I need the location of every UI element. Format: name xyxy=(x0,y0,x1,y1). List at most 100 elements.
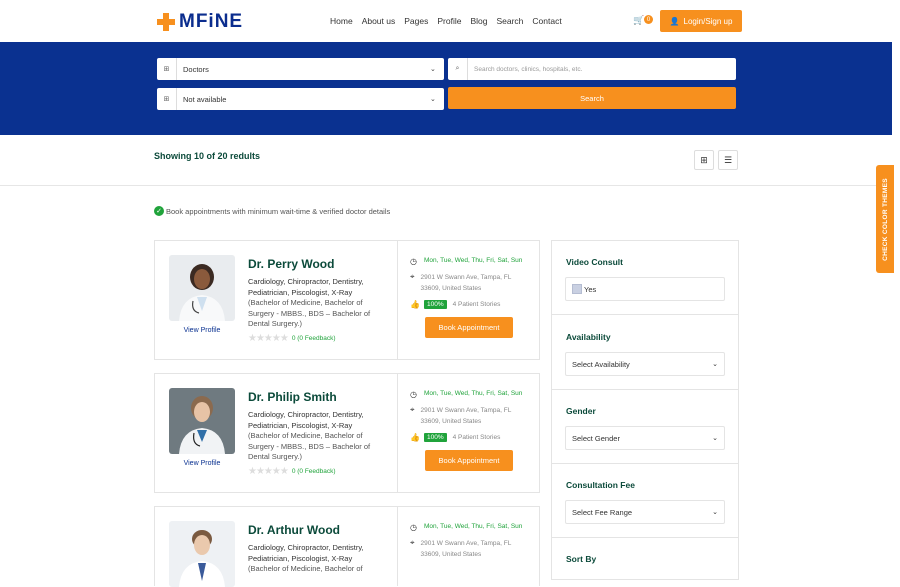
star-rating-icon: ★★★★★ xyxy=(248,333,289,344)
grid-view-button[interactable]: ⊞ xyxy=(694,150,714,170)
nav-item-about[interactable]: About us xyxy=(362,16,396,26)
doctor-name[interactable]: Dr. Philip Smith xyxy=(248,390,337,404)
fee-filter-select[interactable]: Select Fee Range ⌄ xyxy=(565,500,725,524)
availability-value: Not available xyxy=(183,94,227,104)
availability-days-row: ◷ Mon, Tue, Wed, Thu, Fri, Sat, Sun xyxy=(410,390,522,399)
cart-count-badge: 0 xyxy=(644,15,653,24)
address-row: ⌖ 2901 W Swann Ave, Tampa, FL 33609, Uni… xyxy=(410,538,520,560)
book-appointment-button[interactable]: Book Appointment xyxy=(425,317,513,338)
filter-gender: Gender Select Gender ⌄ xyxy=(552,390,738,464)
doctor-specialties: Cardiology, Chiropractor, Dentistry, Ped… xyxy=(248,410,364,430)
main-nav: Home About us Pages Profile Blog Search … xyxy=(330,16,571,26)
check-circle-icon: ✓ xyxy=(154,206,164,216)
patient-stories[interactable]: 4 Patient Stories xyxy=(453,301,501,308)
clinic-address: 2901 W Swann Ave, Tampa, FL 33609, Unite… xyxy=(420,407,512,425)
search-input[interactable]: ⌕ Search doctors, clinics, hospitals, et… xyxy=(448,58,736,80)
doctor-availability-panel: ◷ Mon, Tue, Wed, Thu, Fri, Sat, Sun ⌖ 29… xyxy=(410,507,530,586)
cart-button[interactable]: 🛒 0 xyxy=(633,15,653,24)
filter-title: Consultation Fee xyxy=(566,480,635,490)
filter-title: Availability xyxy=(566,332,611,342)
doctor-photo[interactable] xyxy=(169,255,235,321)
stories-row: 👍 100% 4 Patient Stories xyxy=(410,433,500,442)
doctor-name[interactable]: Dr. Perry Wood xyxy=(248,257,334,271)
doctor-rating: ★★★★★ 0 (0 Feedback) xyxy=(248,333,336,344)
location-pin-icon: ⌖ xyxy=(410,538,415,547)
address-row: ⌖ 2901 W Swann Ave, Tampa, FL 33609, Uni… xyxy=(410,272,520,294)
chevron-down-icon: ⌄ xyxy=(712,361,718,368)
doctor-degree: (Bachelor of Medicine, Bachelor of Surge… xyxy=(248,298,371,328)
availability-days-row: ◷ Mon, Tue, Wed, Thu, Fri, Sat, Sun xyxy=(410,523,522,532)
checkbox[interactable] xyxy=(572,284,582,294)
doctor-card: View Profile Dr. Philip Smith Cardiology… xyxy=(154,373,540,493)
feedback-count: 0 (0 Feedback) xyxy=(291,468,336,475)
star-rating-icon: ★★★★★ xyxy=(248,466,289,477)
theme-tab-label: CHECK COLOR THEMES xyxy=(881,177,889,261)
login-signup-button[interactable]: 👤 Login/Sign up xyxy=(660,10,742,32)
category-value: Doctors xyxy=(183,64,209,74)
rating-percent-badge: 100% xyxy=(424,300,447,309)
patient-stories[interactable]: 4 Patient Stories xyxy=(453,434,501,441)
brand-logo[interactable]: MFiNE xyxy=(157,11,243,33)
chevron-down-icon: ⌄ xyxy=(712,435,718,442)
nav-item-contact[interactable]: Contact xyxy=(532,16,561,26)
location-pin-icon: ⌖ xyxy=(410,405,415,414)
availability-filter-select[interactable]: Select Availability ⌄ xyxy=(565,352,725,376)
address-row: ⌖ 2901 W Swann Ave, Tampa, FL 33609, Uni… xyxy=(410,405,520,427)
fee-filter-value: Select Fee Range xyxy=(572,507,633,517)
thumbs-up-icon: 👍 xyxy=(410,433,420,442)
results-count: Showing 10 of 20 redults xyxy=(154,151,261,161)
doctor-photo[interactable] xyxy=(169,388,235,454)
gender-filter-value: Select Gender xyxy=(572,433,620,443)
doctor-card: Dr. Arthur Wood Cardiology, Chiropractor… xyxy=(154,506,540,587)
doctor-degree: (Bachelor of Medicine, Bachelor of xyxy=(248,564,363,573)
search-hero xyxy=(0,42,892,135)
card-divider xyxy=(397,507,398,586)
nav-item-pages[interactable]: Pages xyxy=(404,16,428,26)
nav-item-blog[interactable]: Blog xyxy=(470,16,487,26)
verified-notice: ✓ Book appointments with minimum wait-ti… xyxy=(154,206,390,216)
doctor-availability-panel: ◷ Mon, Tue, Wed, Thu, Fri, Sat, Sun ⌖ 29… xyxy=(410,241,530,359)
availability-days-row: ◷ Mon, Tue, Wed, Thu, Fri, Sat, Sun xyxy=(410,257,522,266)
stories-row: 👍 100% 4 Patient Stories xyxy=(410,300,500,309)
search-placeholder: Search doctors, clinics, hospitals, etc. xyxy=(474,65,583,73)
chevron-down-icon: ⌄ xyxy=(712,509,718,516)
clock-icon: ◷ xyxy=(410,523,417,532)
view-profile-link[interactable]: View Profile xyxy=(169,460,235,467)
availability-days: Mon, Tue, Wed, Thu, Fri, Sat, Sun xyxy=(424,523,523,530)
gender-filter-select[interactable]: Select Gender ⌄ xyxy=(565,426,725,450)
video-consult-option[interactable]: Yes xyxy=(565,277,725,301)
filter-title: Gender xyxy=(566,406,596,416)
category-icon: ⊞ xyxy=(157,58,177,80)
nav-item-search[interactable]: Search xyxy=(496,16,523,26)
doctor-photo[interactable] xyxy=(169,521,235,587)
list-view-button[interactable]: ☰ xyxy=(718,150,738,170)
location-pin-icon: ⌖ xyxy=(410,272,415,281)
user-icon: 👤 xyxy=(669,16,680,26)
category-select[interactable]: ⊞ Doctors ⌄ xyxy=(157,58,444,80)
plus-icon xyxy=(157,13,175,31)
results-bar xyxy=(0,135,892,186)
filter-sort-by: Sort By xyxy=(552,538,738,581)
filter-consultation-fee: Consultation Fee Select Fee Range ⌄ xyxy=(552,464,738,538)
search-button[interactable]: Search xyxy=(448,87,736,109)
availability-days: Mon, Tue, Wed, Thu, Fri, Sat, Sun xyxy=(424,390,523,397)
rating-percent-badge: 100% xyxy=(424,433,447,442)
doctor-degree: (Bachelor of Medicine, Bachelor of Surge… xyxy=(248,431,371,461)
list-icon: ☰ xyxy=(723,154,733,165)
doctor-name[interactable]: Dr. Arthur Wood xyxy=(248,523,340,537)
availability-select[interactable]: ⊞ Not available ⌄ xyxy=(157,88,444,110)
book-appointment-button[interactable]: Book Appointment xyxy=(425,450,513,471)
card-divider xyxy=(397,374,398,492)
clock-icon: ◷ xyxy=(410,390,417,399)
login-signup-label: Login/Sign up xyxy=(683,16,733,26)
nav-item-profile[interactable]: Profile xyxy=(437,16,461,26)
thumbs-up-icon: 👍 xyxy=(410,300,420,309)
site-header: MFiNE Home About us Pages Profile Blog S… xyxy=(0,0,900,42)
doctor-specialties: Cardiology, Chiropractor, Dentistry, Ped… xyxy=(248,277,364,297)
check-color-themes-tab[interactable]: CHECK COLOR THEMES xyxy=(876,165,894,273)
view-profile-link[interactable]: View Profile xyxy=(169,327,235,334)
card-divider xyxy=(397,241,398,359)
availability-days: Mon, Tue, Wed, Thu, Fri, Sat, Sun xyxy=(424,257,523,264)
nav-item-home[interactable]: Home xyxy=(330,16,353,26)
video-consult-option-label: Yes xyxy=(584,284,597,294)
